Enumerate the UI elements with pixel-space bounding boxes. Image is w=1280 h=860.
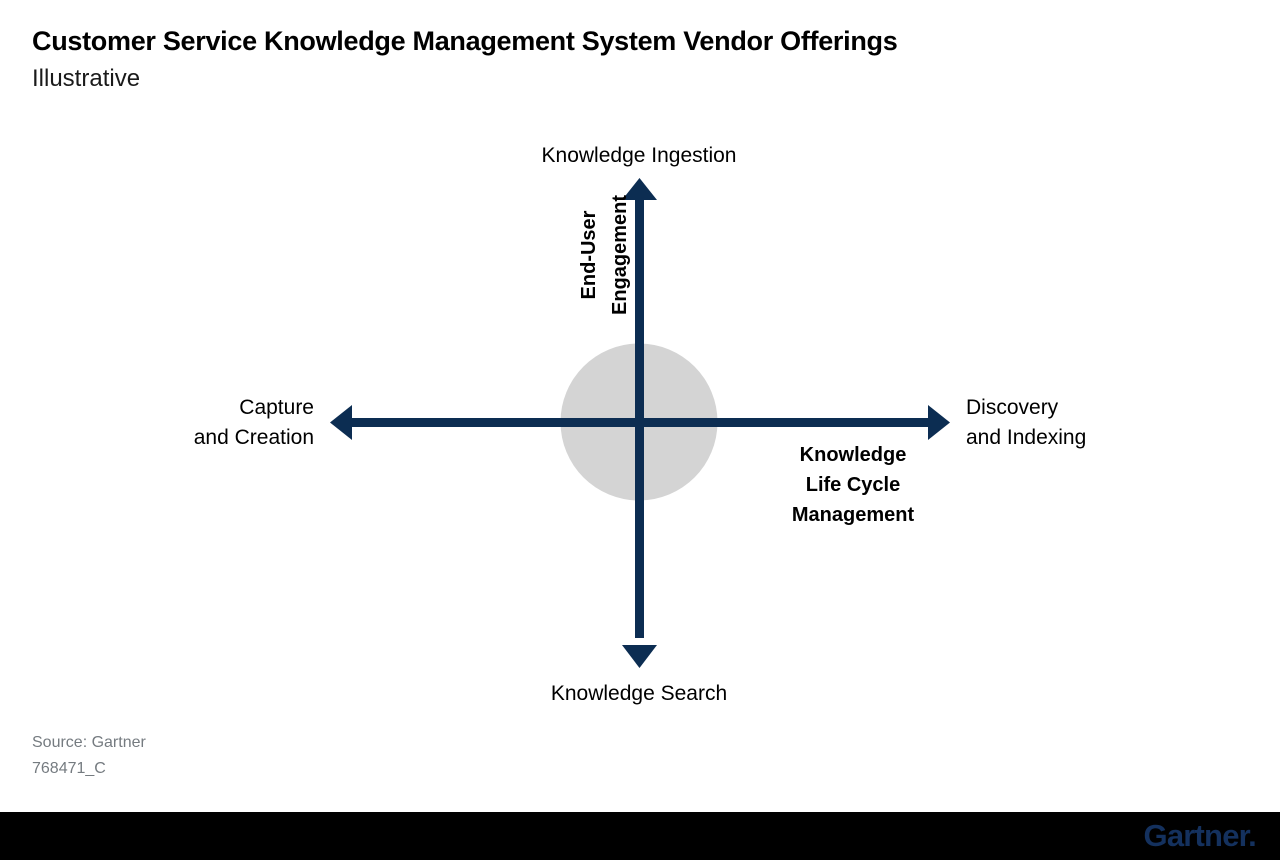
axis-arrow-right-icon — [928, 405, 950, 440]
knowledge-life-cycle-management-label: Knowledge Life Cycle Management — [792, 440, 914, 530]
end-user-engagement-line1: End-User — [578, 210, 600, 300]
graphic-id-text: 768471_C — [32, 760, 106, 777]
footer-bar: Gartner. — [0, 812, 1280, 860]
axis-label-right: Discovery and Indexing — [966, 393, 1086, 453]
horizontal-axis-shaft — [348, 418, 932, 427]
axis-label-right-line2: and Indexing — [966, 426, 1087, 449]
knowledge-life-cycle-line2: Life Cycle — [805, 474, 901, 496]
vertical-axis-shaft — [635, 196, 644, 638]
axis-label-top: Knowledge Ingestion — [541, 144, 737, 167]
axis-arrow-down-icon — [622, 645, 657, 668]
quadrant-diagram: Knowledge Ingestion Knowledge Search Cap… — [0, 0, 1280, 790]
axis-label-left-line1: Capture — [239, 396, 314, 419]
axis-arrow-left-icon — [330, 405, 352, 440]
gartner-logo: Gartner. — [1143, 818, 1257, 853]
end-user-engagement-line2: Engagement — [609, 194, 631, 316]
axis-label-bottom: Knowledge Search — [550, 682, 728, 705]
knowledge-life-cycle-line3: Management — [791, 504, 915, 526]
axis-label-left: Capture and Creation — [194, 393, 314, 453]
end-user-engagement-label: End-User Engagement — [574, 195, 636, 315]
axis-label-left-line2: and Creation — [193, 426, 314, 449]
source-block: Source: Gartner 768471_C — [32, 730, 146, 782]
axes-graphic — [330, 178, 950, 668]
source-text: Source: Gartner — [32, 734, 146, 751]
axis-label-right-line1: Discovery — [966, 396, 1059, 419]
knowledge-life-cycle-line1: Knowledge — [799, 444, 907, 466]
